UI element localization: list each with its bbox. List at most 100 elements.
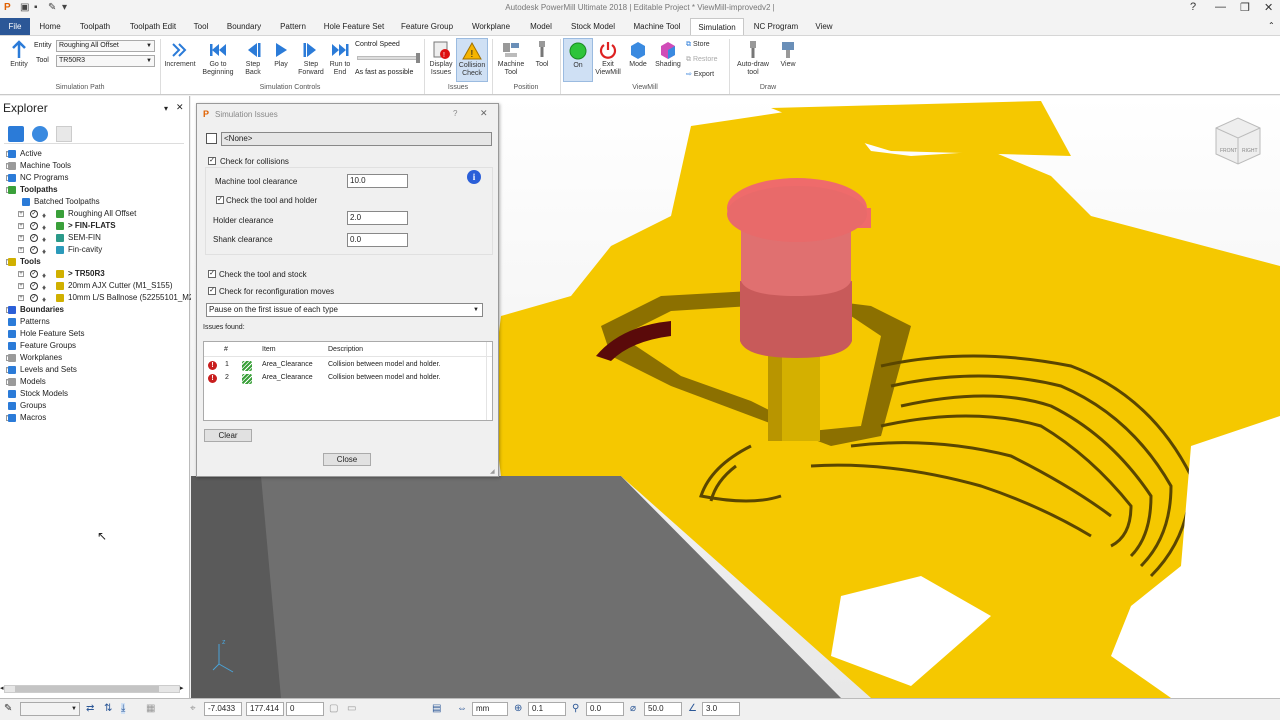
z-coordinate[interactable]: 0 bbox=[286, 702, 324, 716]
tree-view-icon[interactable] bbox=[8, 126, 24, 142]
expand-icon[interactable]: + bbox=[18, 247, 24, 253]
check-reconfig-checkbox[interactable]: ✓ bbox=[208, 287, 216, 295]
resize-grip-icon[interactable]: ◢ bbox=[490, 468, 495, 475]
explorer-item[interactable]: +Active bbox=[6, 148, 186, 160]
close-icon[interactable]: ✕ bbox=[176, 102, 184, 113]
minimize-button[interactable]: — bbox=[1215, 1, 1226, 13]
expand-icon[interactable]: + bbox=[18, 271, 24, 277]
scroll-left-icon[interactable]: ◂ bbox=[0, 684, 4, 692]
tool-button[interactable]: Tool bbox=[530, 40, 554, 69]
unlock-icon[interactable]: ▢ bbox=[329, 703, 338, 714]
tab-model[interactable]: Model bbox=[524, 18, 558, 35]
explorer-item[interactable]: +Machine Tools bbox=[6, 160, 186, 172]
diameter-field[interactable]: 50.0 bbox=[644, 702, 682, 716]
tab-home[interactable]: Home bbox=[34, 18, 66, 35]
tab-view[interactable]: View bbox=[810, 18, 838, 35]
tab-tool[interactable]: Tool bbox=[188, 18, 214, 35]
holder-clearance-input[interactable]: 2.0 bbox=[347, 211, 408, 225]
chevron-down-icon[interactable]: ▾ bbox=[164, 104, 168, 113]
explorer-item[interactable]: + ✓ ♦ > FIN-FLATS bbox=[6, 220, 186, 232]
explorer-item[interactable]: +Feature Groups bbox=[6, 340, 186, 352]
pause-option-select[interactable]: Pause on the first issue of each type ▼ bbox=[206, 303, 483, 317]
coordinate-icon[interactable]: ⌖ bbox=[190, 703, 196, 714]
horizontal-scrollbar[interactable] bbox=[4, 685, 180, 693]
speed-slider[interactable] bbox=[357, 53, 420, 63]
machine-tool-button[interactable]: Machine Tool bbox=[494, 40, 528, 77]
tab-workplane[interactable]: Workplane bbox=[466, 18, 516, 35]
export-button[interactable]: ⇨ Export bbox=[686, 71, 714, 79]
tab-nc-program[interactable]: NC Program bbox=[750, 18, 802, 35]
exit-viewmill-button[interactable]: Exit ViewMill bbox=[592, 40, 624, 77]
check-collisions-checkbox[interactable]: ✓ bbox=[208, 157, 216, 165]
close-window-button[interactable]: ✕ bbox=[1264, 1, 1273, 14]
x-coordinate[interactable]: -7.0433 bbox=[204, 702, 242, 716]
globe-icon[interactable] bbox=[32, 126, 48, 142]
clear-button[interactable]: Clear bbox=[204, 429, 252, 442]
auto-draw-tool-button[interactable]: Auto-draw tool bbox=[733, 40, 773, 77]
units-field[interactable]: mm bbox=[472, 702, 508, 716]
tab-stock-model[interactable]: Stock Model bbox=[566, 18, 620, 35]
explorer-item[interactable]: +Hole Feature Sets bbox=[6, 328, 186, 340]
y-coordinate[interactable]: 177.414 bbox=[246, 702, 284, 716]
entity-button[interactable]: Entity bbox=[6, 40, 32, 69]
info-icon[interactable]: i bbox=[467, 170, 481, 184]
step-forward-button[interactable]: Step Forward bbox=[295, 40, 327, 77]
explorer-item[interactable]: + ✓ ♦ > TR50R3 bbox=[6, 268, 186, 280]
visibility-check-icon[interactable]: ✓ bbox=[30, 246, 38, 254]
explorer-item[interactable]: + ✓ ♦ Fin-cavity bbox=[6, 244, 186, 256]
expand-icon[interactable]: + bbox=[18, 235, 24, 241]
visibility-check-icon[interactable]: ✓ bbox=[30, 282, 38, 290]
explorer-item[interactable]: + ✓ ♦ SEM-FIN bbox=[6, 232, 186, 244]
table-row[interactable]: ! 2 Area_Clearance Collision between mod… bbox=[204, 373, 486, 385]
tag-icon[interactable]: ▭ bbox=[347, 703, 356, 714]
explorer-item[interactable]: +Batched Toolpaths bbox=[6, 196, 186, 208]
tab-simulation[interactable]: Simulation bbox=[690, 18, 744, 35]
angle-icon[interactable]: ∠ bbox=[688, 703, 697, 714]
close-button[interactable]: Close bbox=[323, 453, 371, 466]
machine-tool-clearance-input[interactable]: 10.0 bbox=[347, 174, 408, 188]
tab-feature-group[interactable]: Feature Group bbox=[396, 18, 458, 35]
check-tool-stock-checkbox[interactable]: ✓ bbox=[208, 270, 216, 278]
thickness-field[interactable]: 0.0 bbox=[586, 702, 624, 716]
tab-machine-tool[interactable]: Machine Tool bbox=[628, 18, 686, 35]
increment-button[interactable]: Increment bbox=[162, 40, 198, 69]
collapse-ribbon-icon[interactable]: ⌃ bbox=[1268, 21, 1275, 30]
tolerance-field[interactable]: 0.1 bbox=[528, 702, 566, 716]
entity-selector[interactable]: <None> bbox=[221, 132, 492, 146]
explorer-item[interactable]: +Levels and Sets bbox=[6, 364, 186, 376]
explorer-item[interactable]: +Patterns bbox=[6, 316, 186, 328]
tab-toolpath[interactable]: Toolpath bbox=[72, 18, 118, 35]
angle-field[interactable]: 3.0 bbox=[702, 702, 740, 716]
scrollbar-thumb[interactable] bbox=[15, 686, 159, 692]
go-to-beginning-button[interactable]: Go to Beginning bbox=[199, 40, 237, 77]
speed-slider-thumb[interactable] bbox=[416, 53, 420, 63]
explorer-item[interactable]: +Tools bbox=[6, 256, 186, 268]
tab-file[interactable]: File bbox=[0, 18, 30, 35]
explorer-item[interactable]: +Macros bbox=[6, 412, 186, 424]
explorer-item[interactable]: +NC Programs bbox=[6, 172, 186, 184]
explorer-item[interactable]: +Groups bbox=[6, 400, 186, 412]
calculator-icon[interactable]: ▤ bbox=[432, 703, 441, 714]
tab-toolpath-edit[interactable]: Toolpath Edit bbox=[124, 18, 182, 35]
scroll-right-icon[interactable]: ▸ bbox=[180, 684, 184, 692]
tab-hole-feature-set[interactable]: Hole Feature Set bbox=[320, 18, 388, 35]
expand-icon[interactable]: + bbox=[18, 295, 24, 301]
expand-icon[interactable]: + bbox=[18, 283, 24, 289]
store-button[interactable]: ⧉ Store bbox=[686, 41, 710, 49]
table-row[interactable]: ! 1 Area_Clearance Collision between mod… bbox=[204, 360, 486, 372]
explorer-item[interactable]: +Models bbox=[6, 376, 186, 388]
help-button[interactable]: ? bbox=[453, 109, 457, 118]
visibility-check-icon[interactable]: ✓ bbox=[30, 222, 38, 230]
tab-pattern[interactable]: Pattern bbox=[274, 18, 312, 35]
expand-icon[interactable]: + bbox=[18, 223, 24, 229]
shank-clearance-input[interactable]: 0.0 bbox=[347, 233, 408, 247]
select-entity-icon[interactable] bbox=[206, 133, 217, 144]
expand-icon[interactable]: + bbox=[18, 211, 24, 217]
collision-check-button[interactable]: ! Collision Check bbox=[456, 38, 488, 82]
entity-select[interactable]: Roughing All Offset ▼ bbox=[56, 40, 155, 52]
visibility-check-icon[interactable]: ✓ bbox=[30, 234, 38, 242]
dialog-close-button[interactable]: ✕ bbox=[480, 108, 488, 119]
display-issues-button[interactable]: ! Display Issues bbox=[427, 40, 455, 77]
restore-button-ribbon[interactable]: ⧉ Restore bbox=[686, 56, 717, 64]
thickness-icon[interactable]: ⚲ bbox=[572, 703, 579, 714]
